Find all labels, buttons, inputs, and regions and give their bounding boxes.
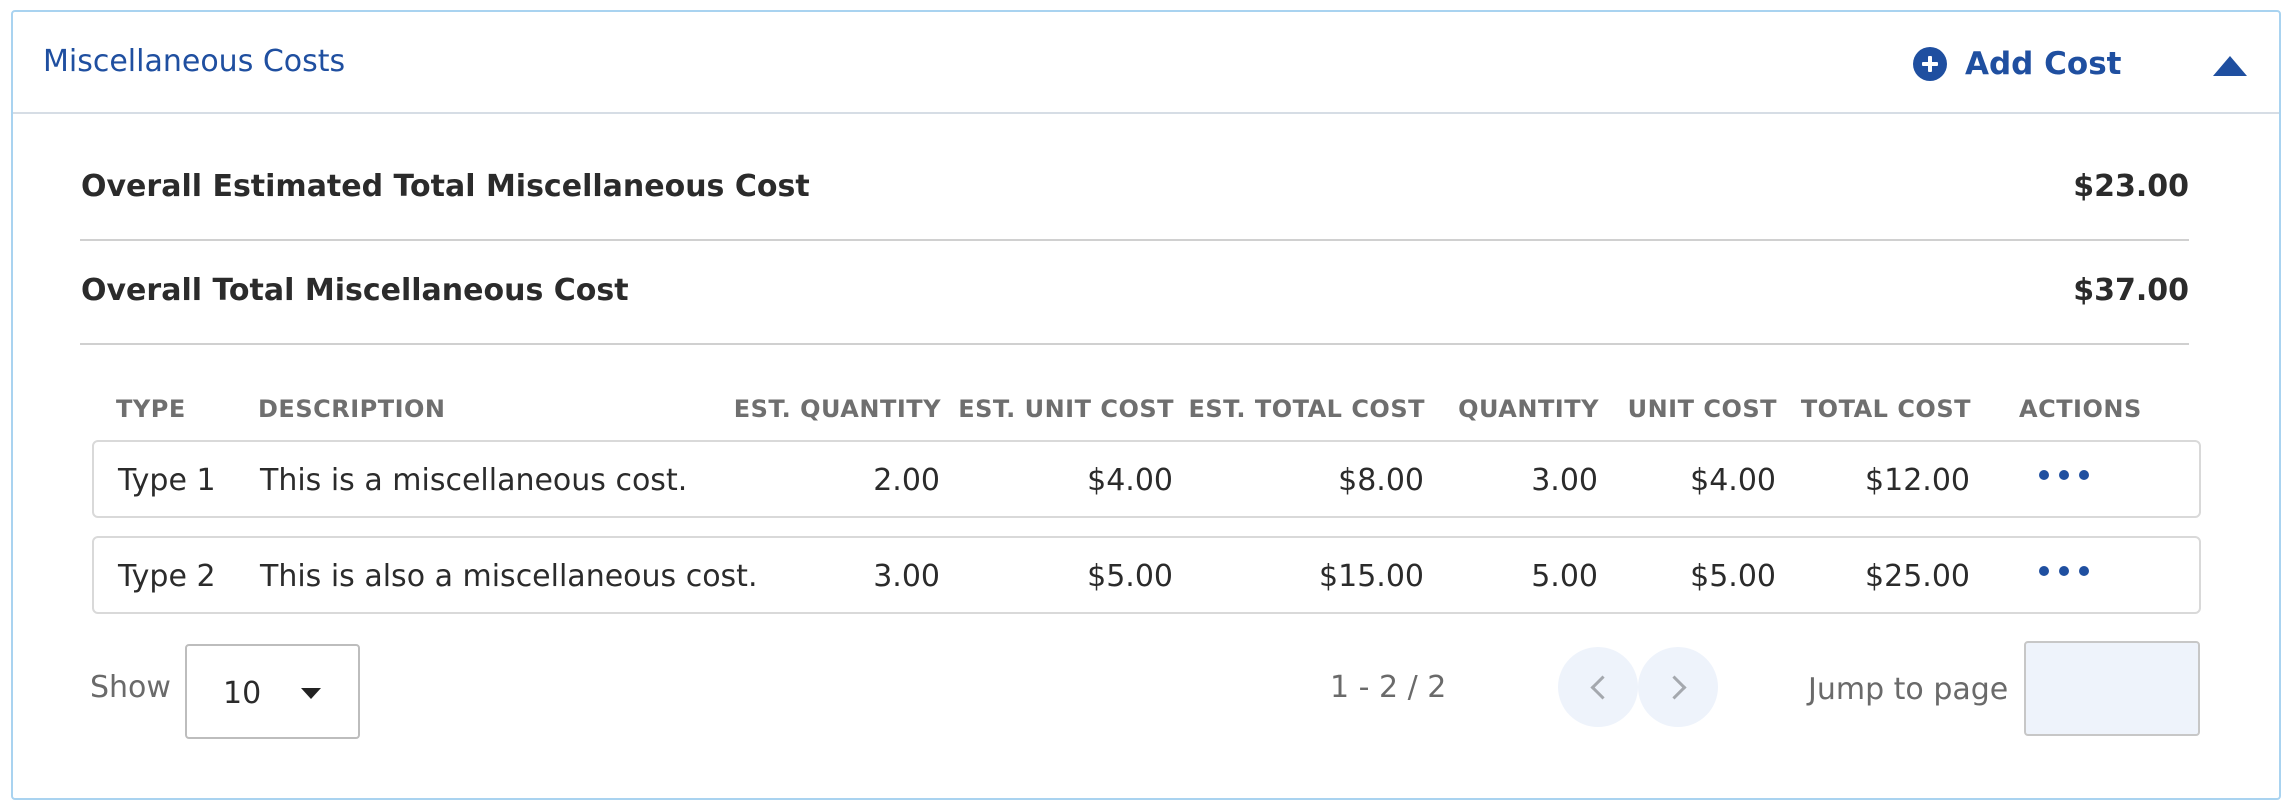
panel-header: Miscellaneous Costs Add Cost xyxy=(13,12,2279,114)
cell-total-cost: $25.00 xyxy=(1865,559,1970,594)
pagination-range: 1 - 2 / 2 xyxy=(1330,670,1447,705)
page-size-select[interactable]: 10 xyxy=(185,644,360,739)
header-est-total-cost: EST. TOTAL COST xyxy=(1188,395,1425,423)
cell-unit-cost: $5.00 xyxy=(1690,559,1776,594)
more-horizontal-icon[interactable] xyxy=(2039,468,2089,482)
header-est-quantity: EST. QUANTITY xyxy=(733,395,941,423)
caret-up-icon[interactable] xyxy=(2213,56,2247,76)
cell-type: Type 1 xyxy=(118,463,216,498)
cell-unit-cost: $4.00 xyxy=(1690,463,1776,498)
header-unit-cost: UNIT COST xyxy=(1627,395,1777,423)
more-horizontal-icon[interactable] xyxy=(2039,564,2089,578)
page-size-value[interactable]: 10 xyxy=(223,676,261,711)
table-row: Type 2 This is also a miscellaneous cost… xyxy=(92,536,2201,614)
chevron-left-icon[interactable] xyxy=(1589,674,1615,700)
add-cost-button[interactable]: Add Cost xyxy=(1913,42,2121,86)
overall-total-label: Overall Total Miscellaneous Cost xyxy=(81,273,629,308)
overall-total-row: Overall Total Miscellaneous Cost $37.00 xyxy=(80,243,2189,345)
cell-est-unit-cost: $4.00 xyxy=(1087,463,1173,498)
cell-quantity: 3.00 xyxy=(1531,463,1598,498)
estimated-total-label: Overall Estimated Total Miscellaneous Co… xyxy=(81,169,810,204)
cell-est-total-cost: $15.00 xyxy=(1319,559,1424,594)
estimated-total-value: $23.00 xyxy=(2073,169,2189,204)
header-actions: ACTIONS xyxy=(2019,395,2142,423)
caret-down-icon[interactable] xyxy=(301,688,321,699)
jump-to-page-input[interactable] xyxy=(2024,641,2200,736)
show-label: Show xyxy=(90,670,171,705)
chevron-right-icon[interactable] xyxy=(1661,674,1687,700)
cell-description: This is also a miscellaneous cost. xyxy=(260,559,758,594)
header-description: DESCRIPTION xyxy=(258,395,446,423)
next-page-button[interactable] xyxy=(1638,647,1718,727)
cell-est-quantity: 2.00 xyxy=(873,463,940,498)
plus-circle-icon[interactable] xyxy=(1913,47,1947,81)
header-quantity: QUANTITY xyxy=(1458,395,1599,423)
estimated-total-row: Overall Estimated Total Miscellaneous Co… xyxy=(80,139,2189,241)
header-type: TYPE xyxy=(116,395,186,423)
cell-est-total-cost: $8.00 xyxy=(1338,463,1424,498)
header-total-cost: TOTAL COST xyxy=(1800,395,1971,423)
header-est-unit-cost: EST. UNIT COST xyxy=(958,395,1174,423)
cell-est-quantity: 3.00 xyxy=(873,559,940,594)
add-cost-label[interactable]: Add Cost xyxy=(1965,46,2121,82)
cell-est-unit-cost: $5.00 xyxy=(1087,559,1173,594)
cell-description: This is a miscellaneous cost. xyxy=(260,463,688,498)
cell-type: Type 2 xyxy=(118,559,216,594)
panel-title: Miscellaneous Costs xyxy=(43,44,346,79)
table-row: Type 1 This is a miscellaneous cost. 2.0… xyxy=(92,440,2201,518)
overall-total-value: $37.00 xyxy=(2073,273,2189,308)
cell-total-cost: $12.00 xyxy=(1865,463,1970,498)
cell-quantity: 5.00 xyxy=(1531,559,1598,594)
prev-page-button[interactable] xyxy=(1558,647,1638,727)
jump-to-page-label: Jump to page xyxy=(1808,672,2009,707)
